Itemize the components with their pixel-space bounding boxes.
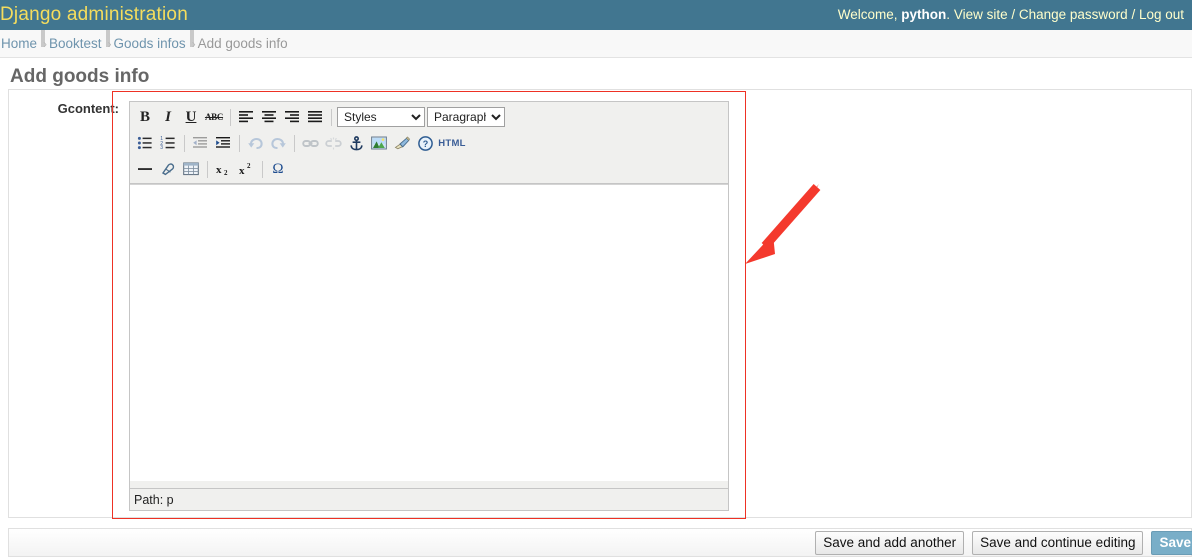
admin-page: Django administration Welcome, python. V…: [0, 0, 1192, 557]
remove-format-icon[interactable]: [157, 159, 179, 180]
username-label: python: [901, 7, 946, 22]
toolbar-separator: [294, 135, 295, 152]
view-site-link[interactable]: View site: [954, 7, 1008, 22]
align-justify-icon[interactable]: [304, 107, 326, 128]
svg-text:x: x: [216, 164, 222, 176]
unlink-icon[interactable]: [322, 133, 344, 154]
toolbar-separator: [239, 135, 240, 152]
html-source-button[interactable]: HTML: [437, 133, 467, 154]
svg-text:x: x: [239, 165, 245, 176]
link-icon[interactable]: [299, 133, 321, 154]
editor-toolbar-row-1: B I U ABC: [132, 104, 728, 130]
align-right-icon[interactable]: [281, 107, 303, 128]
editor-toolbar-row-2: 123: [132, 130, 728, 156]
toolbar-separator: [184, 135, 185, 152]
user-tools: Welcome, python. View site / Change pass…: [838, 0, 1184, 30]
svg-text:?: ?: [422, 139, 428, 149]
special-character-icon[interactable]: Ω: [267, 159, 289, 180]
save-and-continue-button[interactable]: Save and continue editing: [972, 531, 1143, 555]
redo-icon[interactable]: [267, 133, 289, 154]
toolbar-separator: [230, 109, 231, 126]
save-button[interactable]: Save: [1151, 531, 1192, 555]
subscript-icon[interactable]: x2: [212, 159, 234, 180]
editor-toolbar: B I U ABC: [130, 102, 728, 184]
insert-image-icon[interactable]: [368, 133, 390, 154]
indent-icon[interactable]: [212, 133, 234, 154]
submit-row: Save and add another Save and continue e…: [8, 528, 1192, 557]
field-label-gcontent: Gcontent:: [24, 101, 119, 116]
paragraph-format-select[interactable]: Paragraph: [427, 107, 505, 127]
italic-icon[interactable]: I: [157, 107, 179, 128]
strikethrough-icon[interactable]: ABC: [203, 107, 225, 128]
editor-status-bar: Path: p: [130, 488, 728, 510]
editor-highlight-outline: B I U ABC: [112, 91, 746, 519]
insert-table-icon[interactable]: [180, 159, 202, 180]
outdent-icon[interactable]: [189, 133, 211, 154]
align-left-icon[interactable]: [235, 107, 257, 128]
tools-divider-2: /: [1128, 7, 1139, 22]
styles-select[interactable]: Styles: [337, 107, 425, 127]
bold-icon[interactable]: B: [134, 107, 156, 128]
editor-content-area[interactable]: [130, 184, 728, 481]
breadcrumb-separator: ›: [41, 30, 45, 47]
svg-text:2: 2: [247, 162, 251, 170]
form-row-gcontent: Gcontent: B I U ABC: [9, 90, 1191, 517]
undo-icon[interactable]: [244, 133, 266, 154]
breadcrumb-separator: ›: [190, 30, 194, 47]
form-module: Gcontent: B I U ABC: [8, 89, 1192, 518]
horizontal-rule-icon[interactable]: [134, 159, 156, 180]
help-icon[interactable]: ?: [414, 133, 436, 154]
superscript-icon[interactable]: x2: [235, 159, 257, 180]
tinymce-editor[interactable]: B I U ABC: [129, 101, 729, 511]
toolbar-separator: [331, 109, 332, 126]
site-header: Django administration Welcome, python. V…: [0, 0, 1192, 30]
site-branding: Django administration: [0, 0, 188, 30]
breadcrumb-item-booktest[interactable]: Booktest: [49, 36, 102, 51]
save-and-add-another-button[interactable]: Save and add another: [815, 531, 964, 555]
log-out-link[interactable]: Log out: [1139, 7, 1184, 22]
svg-text:3: 3: [160, 145, 163, 150]
breadcrumb-separator: ›: [106, 30, 110, 47]
welcome-suffix: .: [946, 7, 954, 22]
tools-divider-1: /: [1008, 7, 1019, 22]
submit-buttons: Save and add another Save and continue e…: [807, 531, 1192, 555]
welcome-text: Welcome,: [838, 7, 902, 22]
numbered-list-icon[interactable]: 123: [157, 133, 179, 154]
underline-icon[interactable]: U: [180, 107, 202, 128]
breadcrumb-item-goods-infos[interactable]: Goods infos: [114, 36, 186, 51]
breadcrumb: Home › Booktest › Goods infos › Add goods info: [0, 30, 1192, 58]
editor-toolbar-row-3: x2 x2 Ω: [132, 156, 728, 182]
align-center-icon[interactable]: [258, 107, 280, 128]
breadcrumb-item-current: Add goods info: [198, 36, 288, 51]
svg-text:2: 2: [224, 169, 228, 176]
toolbar-separator: [207, 161, 208, 178]
content-area: Add goods info Gcontent: B I U ABC: [0, 58, 1192, 557]
change-password-link[interactable]: Change password: [1019, 7, 1128, 22]
bullet-list-icon[interactable]: [134, 133, 156, 154]
anchor-icon[interactable]: [345, 133, 367, 154]
page-title: Add goods info: [10, 66, 149, 88]
breadcrumb-item-home[interactable]: Home: [1, 36, 37, 51]
toolbar-separator: [262, 161, 263, 178]
cleanup-icon[interactable]: [391, 133, 413, 154]
